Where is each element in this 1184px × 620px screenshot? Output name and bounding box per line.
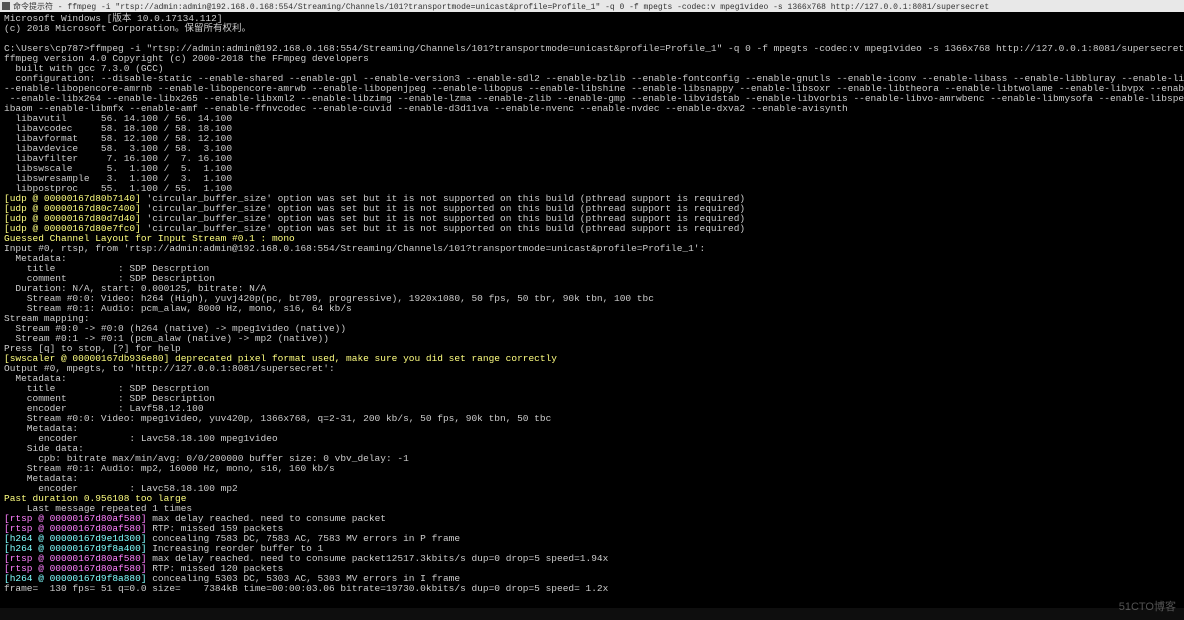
console-line: Input #0, rtsp, from 'rtsp://admin:admin…	[4, 244, 1180, 254]
watermark: 51CTO博客	[1119, 598, 1176, 614]
console-line: Stream #0:1: Audio: mp2, 16000 Hz, mono,…	[4, 464, 1180, 474]
console-line: frame= 130 fps= 51 q=0.0 size= 7384kB ti…	[4, 584, 1180, 594]
console-line: ffmpeg version 4.0 Copyright (c) 2000-20…	[4, 54, 1180, 64]
console-line: (c) 2018 Microsoft Corporation。保留所有权利。	[4, 24, 1180, 34]
console-output[interactable]: Microsoft Windows [版本 10.0.17134.112](c)…	[0, 12, 1184, 608]
console-line: Stream #0:0: Video: mpeg1video, yuv420p,…	[4, 414, 1180, 424]
console-line: Output #0, mpegts, to 'http://127.0.0.1:…	[4, 364, 1180, 374]
console-line: Stream #0:1: Audio: pcm_alaw, 8000 Hz, m…	[4, 304, 1180, 314]
console-line: encoder : Lavc58.18.100 mpeg1video	[4, 434, 1180, 444]
cmd-icon	[2, 2, 10, 10]
window-title: 命令提示符 - ffmpeg -i "rtsp://admin:admin@19…	[13, 1, 989, 12]
window-titlebar: 命令提示符 - ffmpeg -i "rtsp://admin:admin@19…	[0, 0, 1184, 12]
